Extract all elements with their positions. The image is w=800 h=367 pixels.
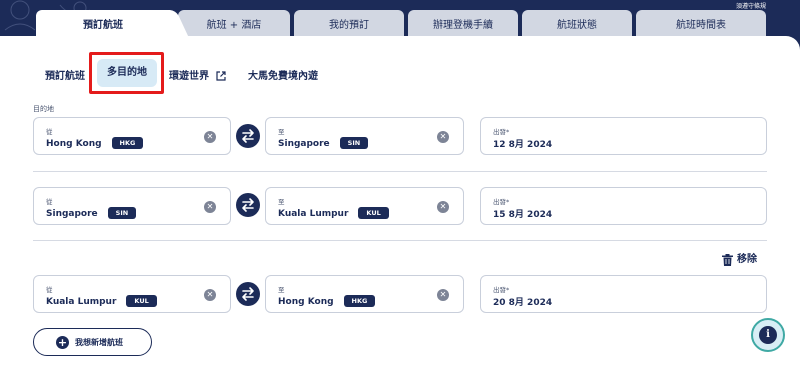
departure-date: 20 8月 2024 <box>493 298 553 308</box>
airport-code-badge: KUL <box>126 295 157 307</box>
leg-divider <box>33 171 767 172</box>
add-flight-label: 我想新增航班 <box>75 337 123 347</box>
leg2-date-field[interactable]: 出發* 15 8月 2024 <box>480 187 767 225</box>
departure-label: 出發* <box>493 128 510 136</box>
add-flight-button[interactable]: + 我想新增航班 <box>33 328 152 356</box>
terms-notice[interactable]: 須遵守條規 <box>736 1 766 10</box>
airport-code-badge: KUL <box>358 207 389 219</box>
tab-book-flight[interactable]: 預訂航班 <box>36 10 170 36</box>
swap-button[interactable] <box>236 124 260 148</box>
trash-icon <box>722 254 733 266</box>
to-value: Singapore SIN <box>278 137 369 149</box>
swap-button[interactable] <box>236 193 260 217</box>
tab-my-booking[interactable]: 我的預訂 <box>294 10 404 36</box>
tab-flight-hotel[interactable]: 航班 + 酒店 <box>178 10 290 36</box>
leg1-date-field[interactable]: 出發* 12 8月 2024 <box>480 117 767 155</box>
airport-code-badge: SIN <box>107 207 137 219</box>
swap-icon <box>242 287 254 301</box>
swap-icon <box>242 198 254 212</box>
from-value: Singapore SIN <box>46 207 137 219</box>
to-city: Hong Kong <box>278 297 334 307</box>
swap-button[interactable] <box>236 282 260 306</box>
subtab-round-the-world[interactable]: 環遊世界 <box>169 67 227 87</box>
info-icon: i <box>759 326 777 344</box>
destination-label: 目的地 <box>33 105 54 113</box>
to-label: 至 <box>278 286 285 294</box>
subtab-book-flight[interactable]: 預訂航班 <box>45 67 85 87</box>
remove-label: 移除 <box>737 254 757 265</box>
remove-leg-button[interactable]: 移除 <box>722 253 757 267</box>
to-label: 至 <box>278 128 285 136</box>
departure-date: 15 8月 2024 <box>493 210 553 220</box>
leg3-date-field[interactable]: 出發* 20 8月 2024 <box>480 275 767 313</box>
leg1-to-field[interactable]: 至 Singapore SIN ✕ <box>265 117 464 155</box>
from-city: Kuala Lumpur <box>46 297 117 307</box>
swap-icon <box>242 129 254 143</box>
to-label: 至 <box>278 198 285 206</box>
from-city: Hong Kong <box>46 139 102 149</box>
airport-code-badge: SIN <box>339 137 369 149</box>
departure-label: 出發* <box>493 286 510 294</box>
airport-code-badge: HKG <box>111 137 144 149</box>
leg2-to-field[interactable]: 至 Kuala Lumpur KUL ✕ <box>265 187 464 225</box>
clear-icon[interactable]: ✕ <box>204 131 216 143</box>
tab-check-in[interactable]: 辦理登機手續 <box>408 10 518 36</box>
from-label: 從 <box>46 128 53 136</box>
clear-icon[interactable]: ✕ <box>437 201 449 213</box>
departure-date: 12 8月 2024 <box>493 140 553 150</box>
leg2-from-field[interactable]: 從 Singapore SIN ✕ <box>33 187 231 225</box>
to-city: Singapore <box>278 139 330 149</box>
from-value: Hong Kong HKG <box>46 137 144 149</box>
from-label: 從 <box>46 286 53 294</box>
from-label: 從 <box>46 198 53 206</box>
clear-icon[interactable]: ✕ <box>204 201 216 213</box>
to-city: Kuala Lumpur <box>278 209 349 219</box>
clear-icon[interactable]: ✕ <box>437 131 449 143</box>
clear-icon[interactable]: ✕ <box>437 289 449 301</box>
airport-code-badge: HKG <box>343 295 376 307</box>
subtab-malaysia-free-domestic[interactable]: 大馬免費境內遊 <box>248 67 318 87</box>
from-city: Singapore <box>46 209 98 219</box>
to-value: Kuala Lumpur KUL <box>278 207 389 219</box>
plus-icon: + <box>56 335 69 349</box>
from-value: Kuala Lumpur KUL <box>46 295 157 307</box>
leg-divider <box>33 240 767 241</box>
to-value: Hong Kong HKG <box>278 295 376 307</box>
external-link-icon <box>216 71 227 81</box>
departure-label: 出發* <box>493 198 510 206</box>
leg1-from-field[interactable]: 從 Hong Kong HKG ✕ <box>33 117 231 155</box>
subtab-round-the-world-label: 環遊世界 <box>169 71 209 82</box>
leg3-to-field[interactable]: 至 Hong Kong HKG ✕ <box>265 275 464 313</box>
clear-icon[interactable]: ✕ <box>204 289 216 301</box>
main-tabs: 預訂航班 航班 + 酒店 我的預訂 辦理登機手續 航班狀態 航班時間表 <box>0 10 800 36</box>
info-button[interactable]: i <box>751 318 785 352</box>
tab-flight-schedule[interactable]: 航班時間表 <box>636 10 766 36</box>
highlight-box <box>89 52 164 94</box>
leg3-from-field[interactable]: 從 Kuala Lumpur KUL ✕ <box>33 275 231 313</box>
tab-flight-status[interactable]: 航班狀態 <box>522 10 632 36</box>
